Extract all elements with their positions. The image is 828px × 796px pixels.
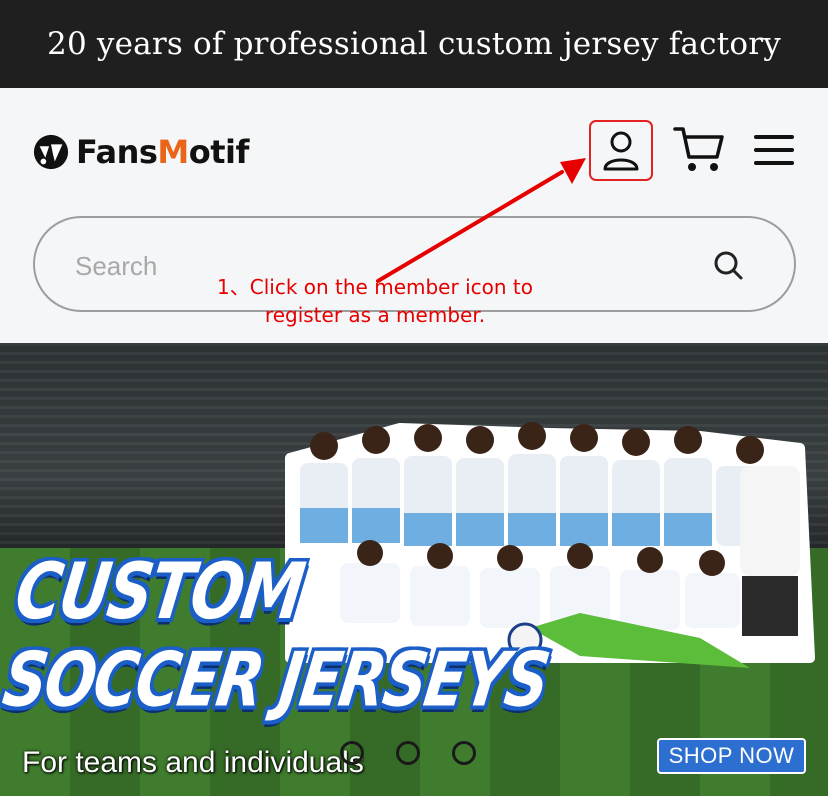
cart-icon[interactable] [672, 123, 726, 175]
banner-subtitle: For teams and individuals [22, 746, 364, 779]
carousel-dot[interactable] [340, 741, 364, 765]
carousel-dot[interactable] [452, 741, 476, 765]
annotation-text: 1、Click on the member icon to register a… [217, 275, 533, 327]
carousel-dot[interactable] [396, 741, 420, 765]
menu-icon[interactable] [752, 132, 796, 168]
member-icon [603, 131, 639, 170]
search-icon[interactable] [711, 248, 745, 282]
logo-text: FansMotif [76, 133, 249, 171]
announcement-bar: 20 years of professional custom jersey f… [0, 0, 828, 88]
announcement-text: 20 years of professional custom jersey f… [47, 26, 781, 62]
member-button[interactable] [589, 120, 653, 181]
shop-now-button[interactable]: SHOP NOW [657, 738, 806, 774]
team-photo [285, 422, 815, 668]
banner-title: CUSTOM SOCCER JERSEYS [0, 545, 553, 725]
logo-mark-icon [33, 134, 69, 170]
carousel-dots [340, 741, 476, 765]
hero-banner[interactable]: CUSTOM SOCCER JERSEYS For teams and indi… [0, 343, 828, 796]
site-logo[interactable]: FansMotif [32, 132, 249, 172]
